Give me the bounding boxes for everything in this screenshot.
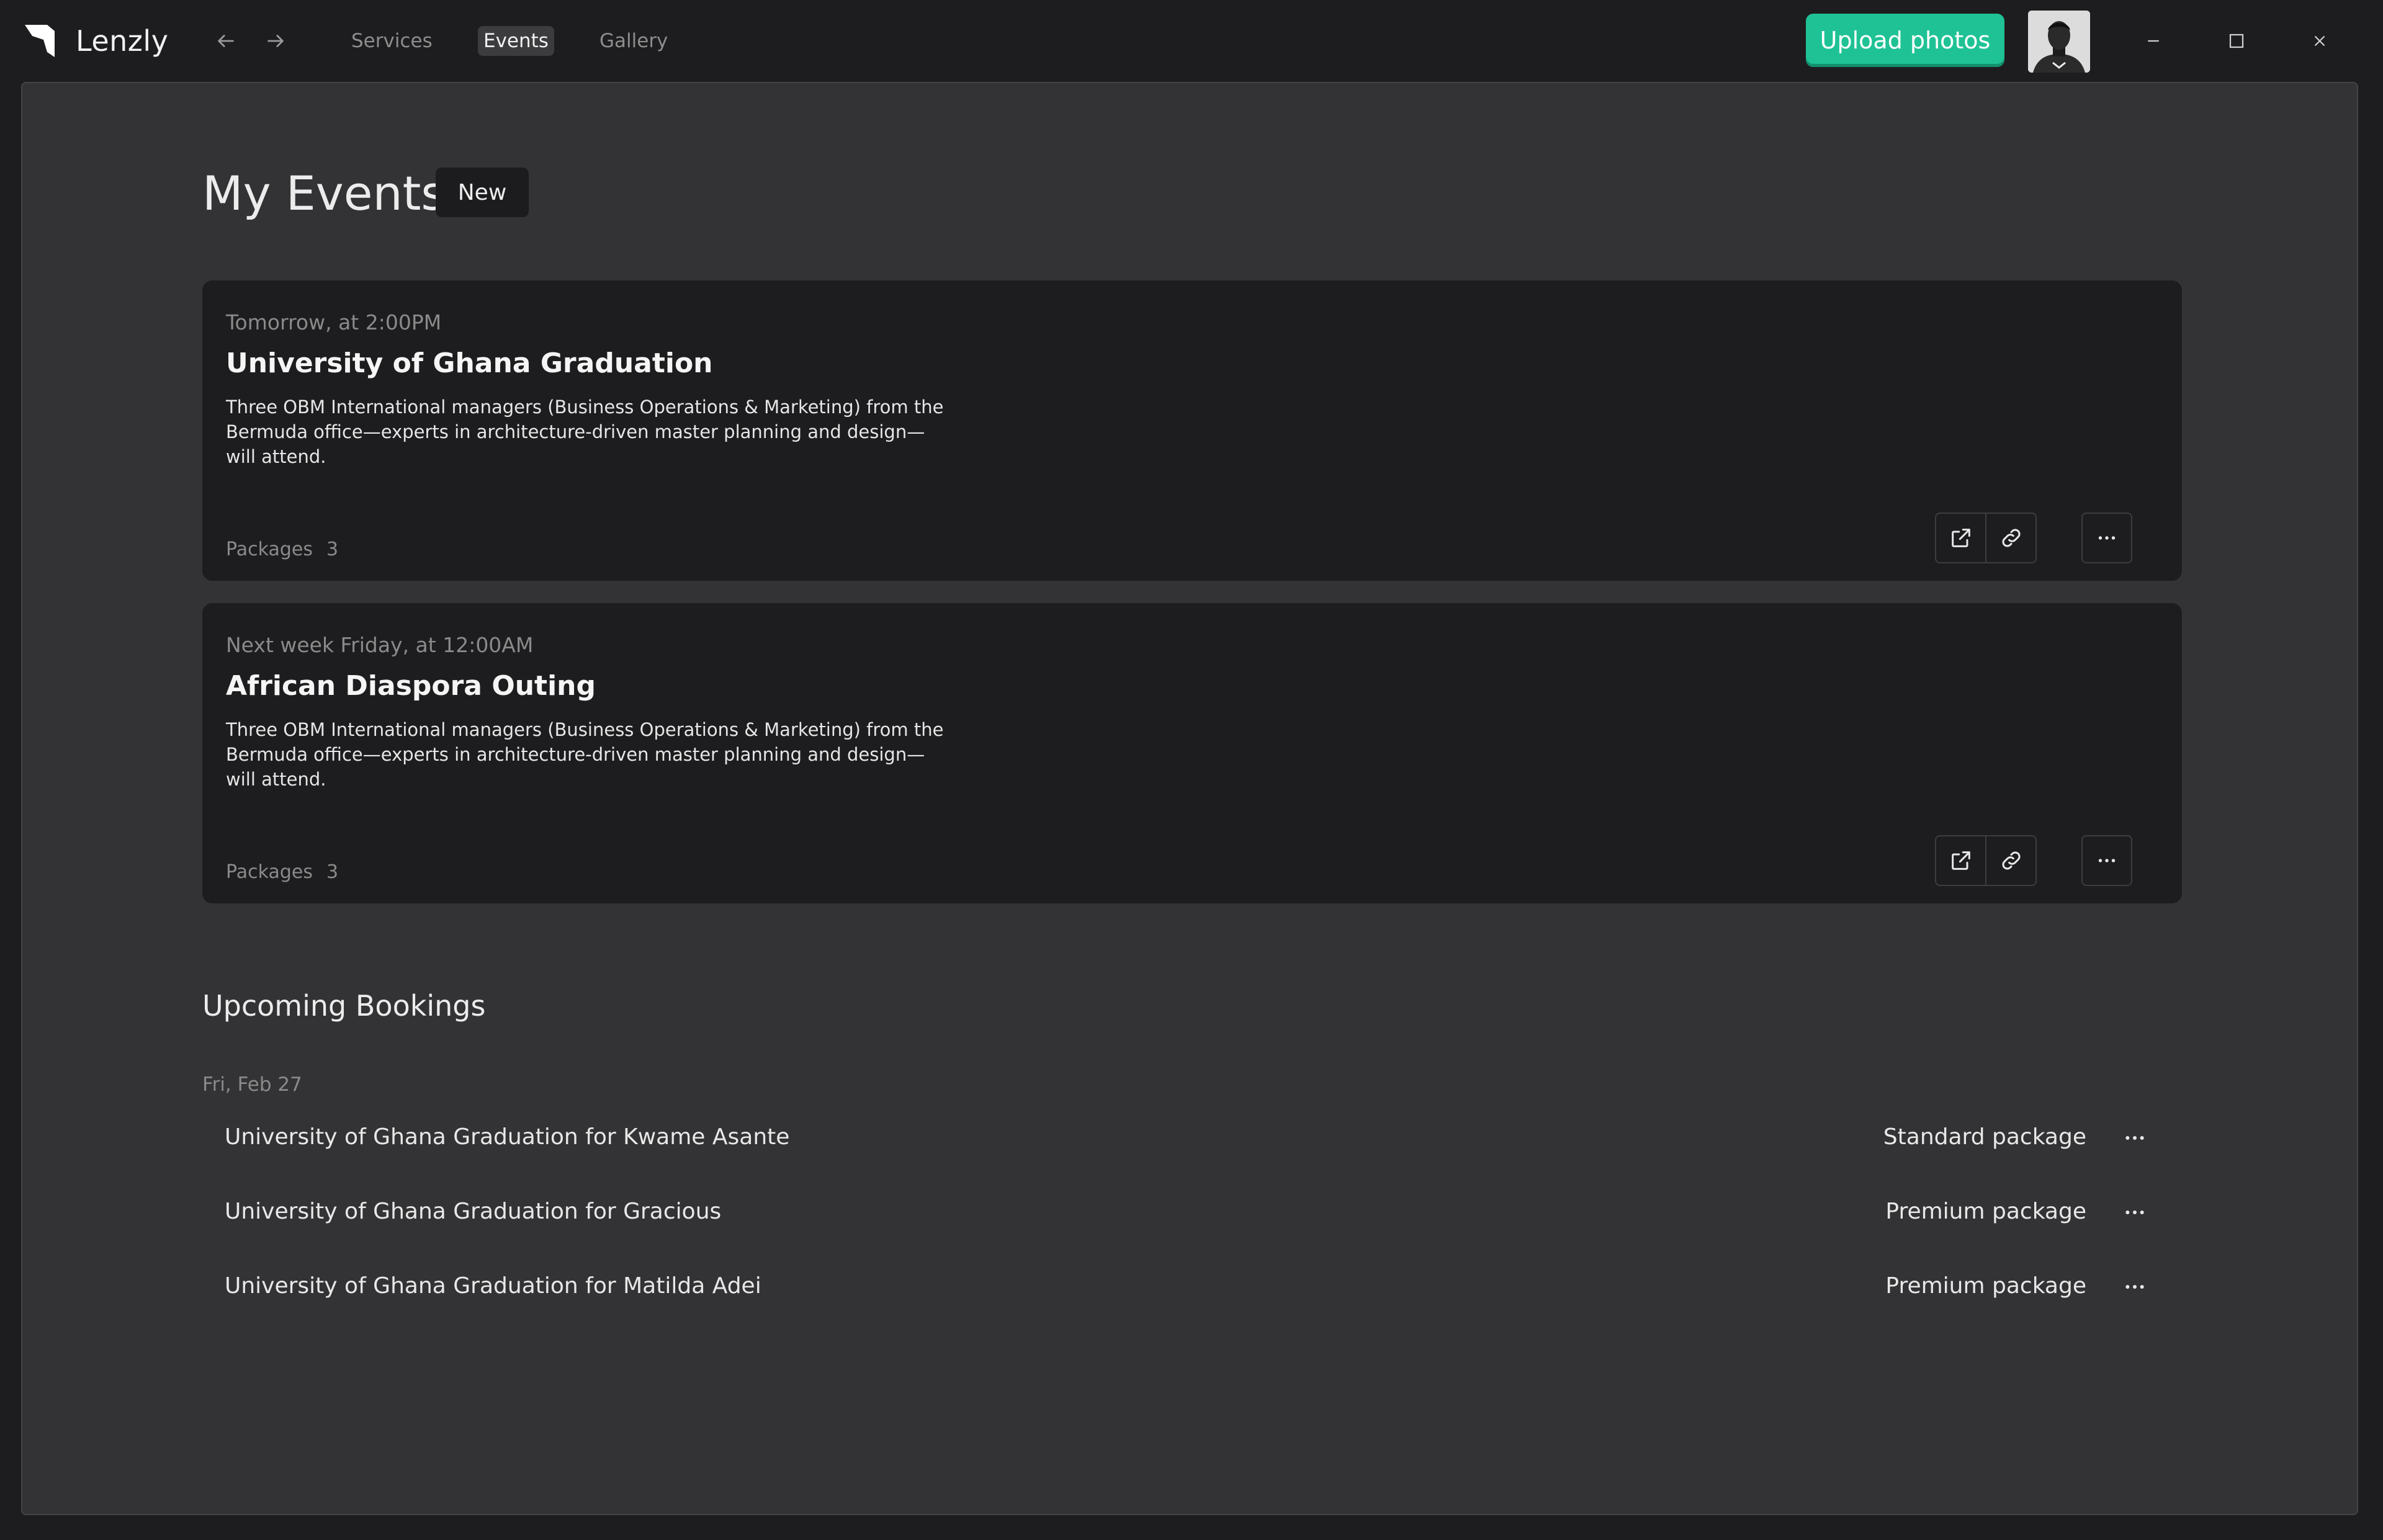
minimize-icon[interactable] [2135, 22, 2172, 60]
nav-services[interactable]: Services [351, 26, 433, 56]
event-title: University of Ghana Graduation [226, 347, 713, 379]
booking-name: University of Ghana Graduation for Graci… [225, 1199, 722, 1224]
booking-package: Premium package [1885, 1273, 2086, 1299]
lenzly-logo-icon [25, 25, 55, 57]
event-description: Three OBM International managers (Busine… [226, 396, 944, 467]
event-title: African Diaspora Outing [226, 670, 596, 702]
booking-package: Standard package [1883, 1124, 2086, 1150]
booking-row[interactable]: University of Ghana Graduation for Kwame… [202, 1107, 2182, 1169]
forward-arrow-icon[interactable] [261, 26, 290, 56]
event-action-group [1935, 835, 2037, 886]
event-time: Next week Friday, at 12:00AM [226, 633, 534, 657]
event-card[interactable]: Tomorrow, at 2:00PM University of Ghana … [202, 280, 2182, 581]
more-options-icon[interactable] [2119, 1271, 2151, 1303]
back-arrow-icon[interactable] [211, 26, 241, 56]
more-options-icon[interactable] [2119, 1122, 2151, 1154]
booking-name: University of Ghana Graduation for Kwame… [225, 1124, 790, 1150]
upload-photos-button[interactable]: Upload photos [1806, 14, 2004, 67]
packages-label: Packages [226, 539, 313, 560]
copy-link-icon[interactable] [1985, 836, 2035, 885]
booking-row[interactable]: University of Ghana Graduation for Graci… [202, 1181, 2182, 1243]
upcoming-bookings-title: Upcoming Bookings [202, 989, 486, 1023]
event-time: Tomorrow, at 2:00PM [226, 310, 442, 334]
open-external-icon[interactable] [1936, 514, 1985, 562]
open-external-icon[interactable] [1936, 836, 1985, 885]
page-title: My Events [202, 166, 446, 221]
event-card[interactable]: Next week Friday, at 12:00AM African Dia… [202, 603, 2182, 903]
app-name: Lenzly [76, 24, 169, 58]
nav-gallery[interactable]: Gallery [599, 26, 668, 56]
packages-count: 3 [326, 861, 339, 883]
main-panel: My Events New Tomorrow, at 2:00PM Univer… [21, 82, 2358, 1515]
title-bar: Lenzly Services Events Gallery Upload ph… [0, 0, 2383, 82]
event-description: Three OBM International managers (Busine… [226, 719, 944, 790]
copy-link-icon[interactable] [1985, 514, 2035, 562]
more-options-icon[interactable] [2081, 835, 2132, 886]
packages-count: 3 [326, 539, 339, 560]
packages-label: Packages [226, 861, 313, 883]
maximize-icon[interactable] [2218, 22, 2255, 60]
nav-events[interactable]: Events [478, 26, 554, 56]
booking-date: Fri, Feb 27 [202, 1073, 302, 1096]
event-action-group [1935, 513, 2037, 563]
new-event-button[interactable]: New [436, 168, 529, 217]
booking-name: University of Ghana Graduation for Matil… [225, 1273, 761, 1299]
more-options-icon[interactable] [2119, 1196, 2151, 1229]
close-icon[interactable] [2301, 22, 2338, 60]
more-options-icon[interactable] [2081, 513, 2132, 563]
booking-row[interactable]: University of Ghana Graduation for Matil… [202, 1256, 2182, 1318]
booking-package: Premium package [1885, 1199, 2086, 1224]
avatar[interactable] [2028, 11, 2090, 73]
